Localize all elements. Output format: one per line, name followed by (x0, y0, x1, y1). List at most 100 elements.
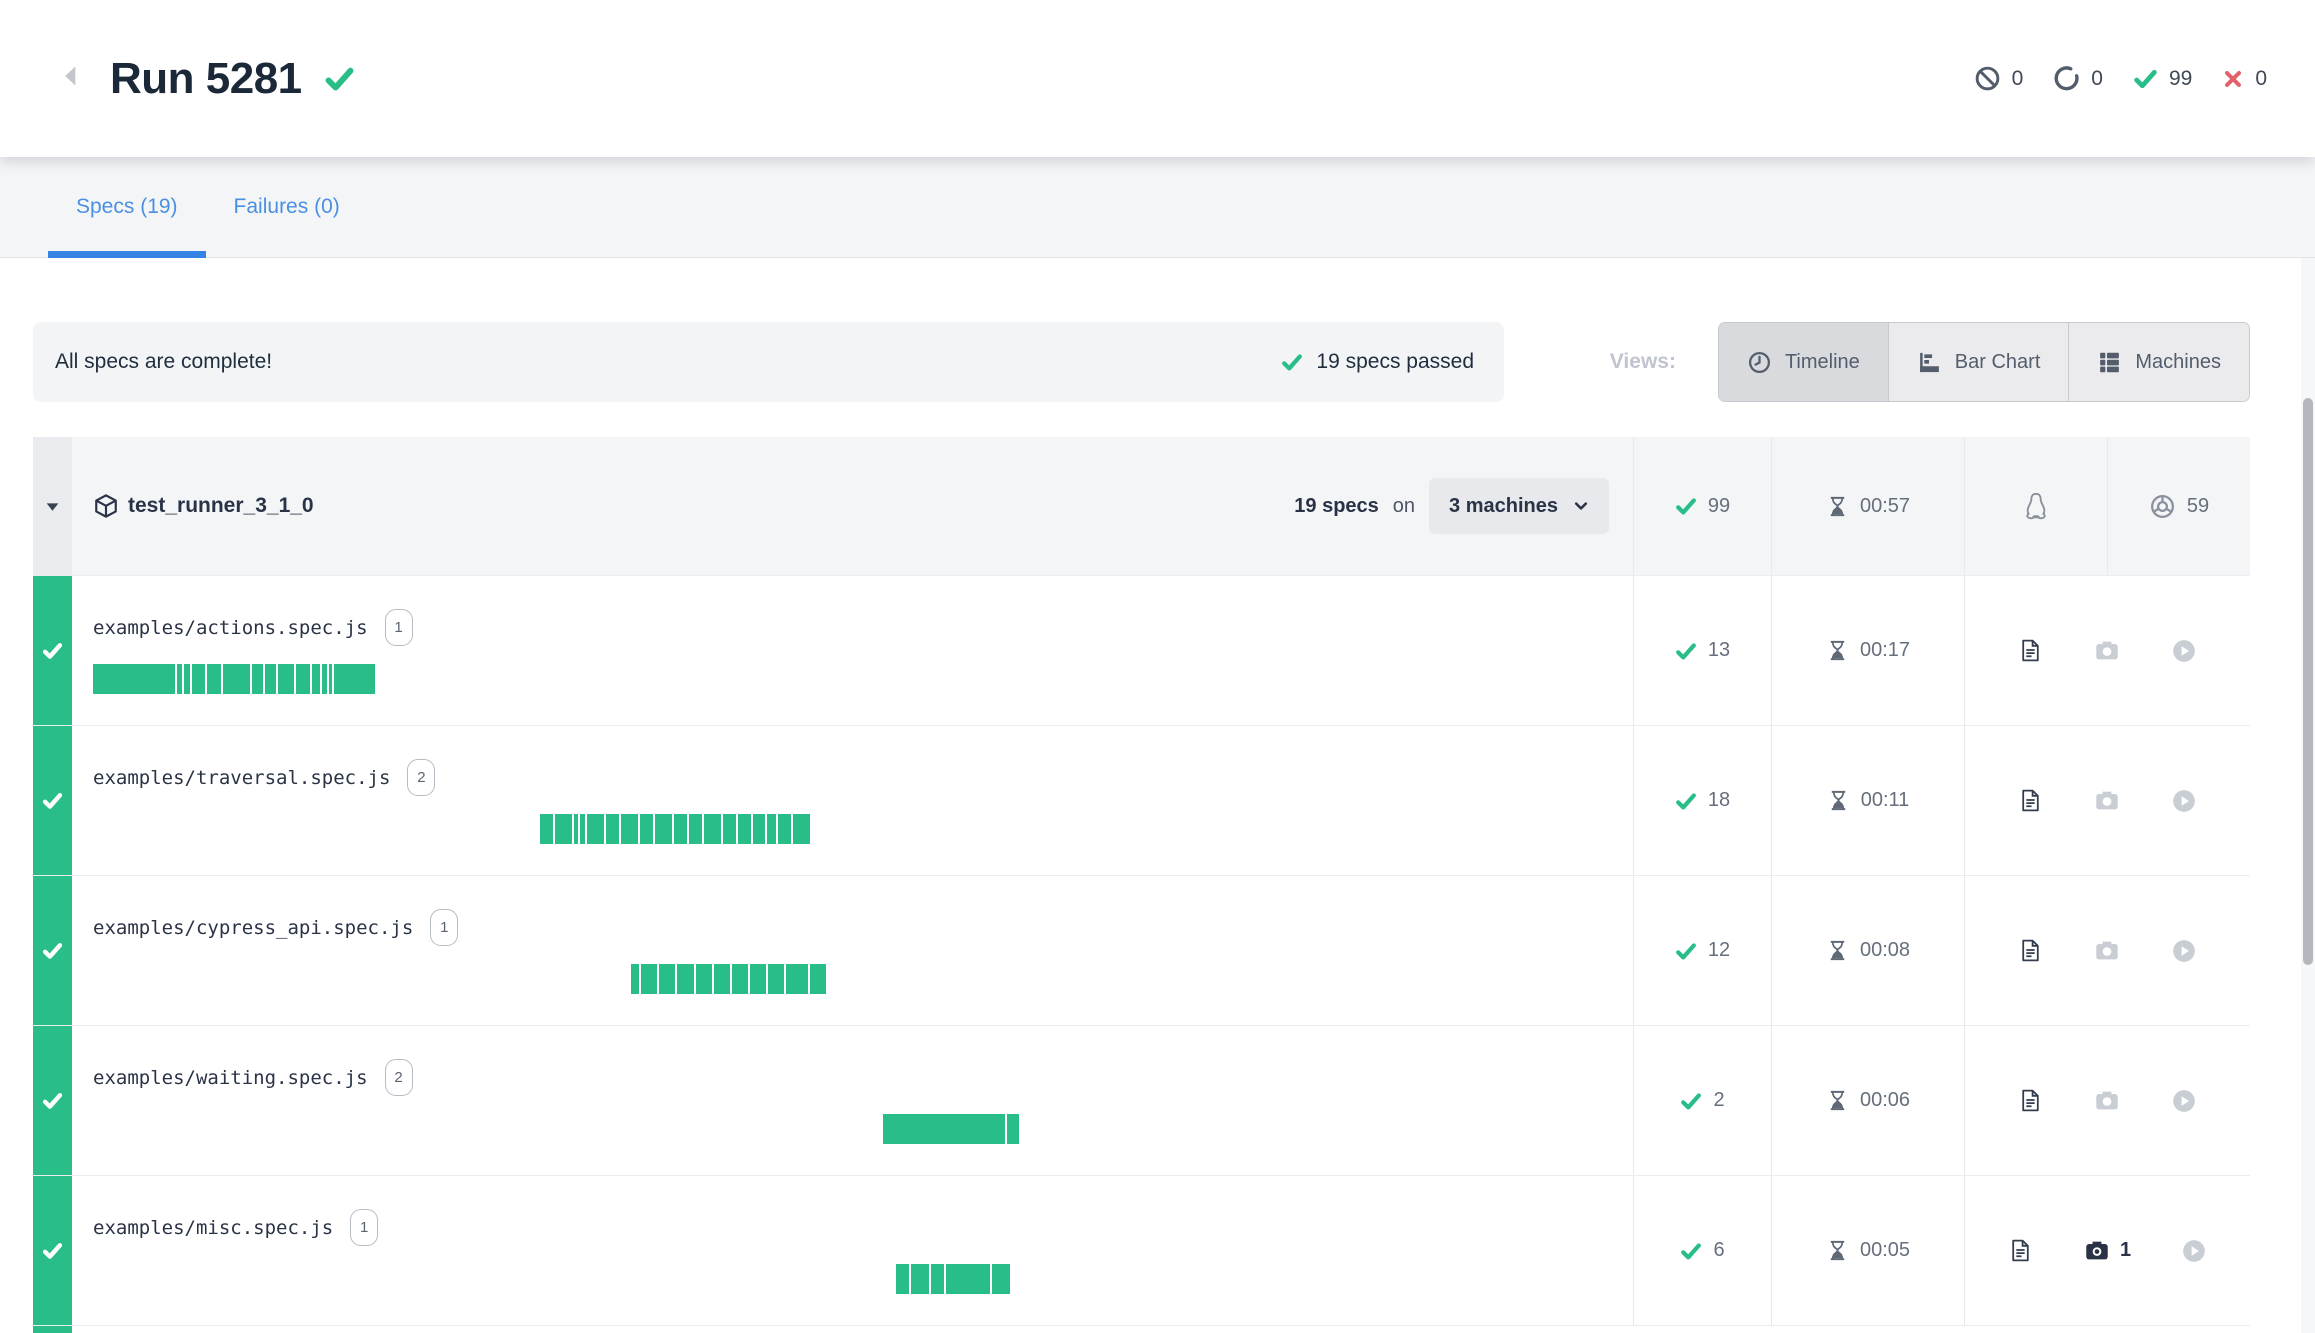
scrollbar-thumb[interactable] (2303, 398, 2313, 965)
video-button[interactable] (2171, 938, 2197, 964)
stat-skipped: 0 (1974, 65, 2024, 92)
play-icon (2171, 788, 2197, 814)
group-duration-cell: 00:57 (1771, 437, 1964, 575)
stdout-button[interactable] (2018, 788, 2043, 813)
group-duration: 00:57 (1860, 495, 1910, 518)
spec-artifacts-cell: 1 (1964, 1176, 2250, 1325)
screenshots-button[interactable]: 1 (2083, 1237, 2131, 1265)
camera-icon (2083, 1237, 2111, 1265)
spec-status-passed (33, 1326, 72, 1333)
play-icon (2171, 1088, 2197, 1114)
spec-cell: examples/traversal.spec.js 2 (72, 726, 1633, 875)
play-icon (2171, 938, 2197, 964)
video-button[interactable] (2171, 638, 2197, 664)
spec-passed-count: 2 (1713, 1089, 1724, 1112)
passed-count: 99 (2169, 67, 2192, 91)
spec-duration-cell: 00:11 (1771, 726, 1964, 875)
chevron-down-icon (1573, 498, 1589, 514)
view-button-machines[interactable]: Machines (2069, 323, 2249, 401)
screenshots-button[interactable] (2093, 637, 2121, 665)
view-button-bar-chart[interactable]: Bar Chart (1889, 323, 2070, 401)
banner-passed-text: 19 specs passed (1316, 350, 1474, 374)
back-button[interactable] (58, 61, 84, 96)
spec-status-passed (33, 876, 72, 1025)
view-button-timeline[interactable]: Timeline (1719, 323, 1889, 401)
spec-row-traversal: examples/traversal.spec.js 2 18 00:11 (33, 725, 2250, 875)
stdout-button[interactable] (2018, 638, 2043, 663)
camera-icon (2093, 1087, 2121, 1115)
spec-cell: examples/actions.spec.js 1 (72, 576, 1633, 725)
spec-name: examples/actions.spec.js (93, 617, 368, 639)
spec-passed-cell: 13 (1633, 576, 1771, 725)
failed-x-icon (2222, 68, 2244, 90)
screenshots-button[interactable] (2093, 787, 2121, 815)
video-button[interactable] (2171, 788, 2197, 814)
spec-row-cypress-api: examples/cypress_api.spec.js 1 12 00:08 (33, 875, 2250, 1025)
check-icon (1675, 495, 1697, 517)
spec-status-passed (33, 726, 72, 875)
timeline-bar (540, 814, 810, 844)
spec-passed-count: 13 (1708, 639, 1730, 662)
page-title: Run 5281 (110, 54, 302, 104)
view-button-machines-label: Machines (2135, 351, 2221, 374)
check-icon (1675, 940, 1697, 962)
play-icon (2171, 638, 2197, 664)
camera-icon (2093, 787, 2121, 815)
spec-status-passed (33, 1026, 72, 1175)
tab-failures[interactable]: Failures (0) (206, 157, 368, 257)
timeline-bar (896, 1264, 1010, 1294)
tab-specs[interactable]: Specs (19) (48, 157, 206, 257)
run-page: Run 5281 0 0 99 (0, 0, 2315, 1333)
screenshot-count: 1 (2120, 1239, 2131, 1262)
stdout-button[interactable] (2018, 938, 2043, 963)
spec-row-waiting: examples/waiting.spec.js 2 2 00:06 (33, 1025, 2250, 1175)
spec-name: examples/traversal.spec.js (93, 767, 390, 789)
spec-machine-badge: 1 (430, 909, 458, 946)
group-passed-cell: 99 (1633, 437, 1771, 575)
white-check-icon (42, 940, 63, 961)
spec-machine-badge: 1 (385, 609, 413, 646)
spec-status-passed (33, 576, 72, 725)
spec-duration-cell: 00:06 (1771, 1026, 1964, 1175)
timeline-bar (631, 964, 826, 994)
group-header-row: test_runner_3_1_0 19 specs on 3 machines (33, 437, 2250, 575)
spec-timeline (93, 814, 1631, 844)
spec-duration: 00:08 (1860, 939, 1910, 962)
spec-row-actions: examples/actions.spec.js 1 13 00:17 (33, 575, 2250, 725)
screenshots-button[interactable] (2093, 937, 2121, 965)
skipped-count: 0 (2012, 67, 2024, 91)
video-button[interactable] (2181, 1238, 2207, 1264)
spec-artifacts-cell (1964, 876, 2250, 1025)
complete-banner: All specs are complete! 19 specs passed (33, 322, 1504, 402)
screenshots-button[interactable] (2093, 1087, 2121, 1115)
machines-dropdown-label: 3 machines (1449, 495, 1558, 518)
spec-duration-cell: 00:08 (1771, 876, 1964, 1025)
play-icon (2181, 1238, 2207, 1264)
caret-down-icon (44, 498, 61, 515)
content-area: All specs are complete! 19 specs passed … (0, 322, 2315, 1333)
spec-artifacts-cell (1964, 576, 2250, 725)
check-icon (1675, 640, 1697, 662)
video-button[interactable] (2171, 1088, 2197, 1114)
stdout-button[interactable] (2008, 1238, 2033, 1263)
group-name: test_runner_3_1_0 (128, 494, 314, 518)
group-expand-toggle[interactable] (33, 437, 72, 575)
machines-dropdown[interactable]: 3 machines (1429, 478, 1609, 534)
spec-passed-cell: 2 (1633, 1026, 1771, 1175)
spec-status-passed (33, 1176, 72, 1325)
spec-cell: examples/waiting.spec.js 2 (72, 1026, 1633, 1175)
white-check-icon (42, 640, 63, 661)
spec-passed-count: 18 (1708, 789, 1730, 812)
stdout-button[interactable] (2018, 1088, 2043, 1113)
group-main-cell: test_runner_3_1_0 19 specs on 3 machines (72, 437, 1633, 575)
spec-row-partial (33, 1325, 2250, 1333)
stdout-doc-icon (2018, 788, 2043, 813)
spec-duration: 00:17 (1860, 639, 1910, 662)
tab-bar: Specs (19) Failures (0) (0, 157, 2315, 258)
back-chevron-icon (58, 61, 84, 96)
machines-icon (2097, 350, 2122, 375)
spec-timeline (93, 1114, 1631, 1144)
group-specs-summary: 19 specs on 3 machines (1294, 478, 1609, 534)
spec-timeline (93, 1264, 1631, 1294)
skipped-icon (1974, 65, 2001, 92)
